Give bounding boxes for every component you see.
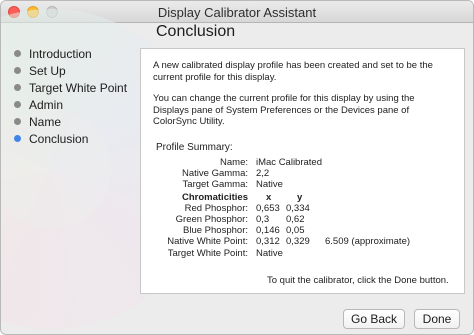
- native-white-point-label: Native White Point:: [167, 236, 248, 247]
- step-target-white-point: Target White Point: [14, 79, 127, 96]
- native-white-point-y: 0,329: [286, 236, 310, 247]
- green-phosphor-y: 0,62: [286, 214, 305, 225]
- step-name: Name: [14, 113, 127, 130]
- step-label: Admin: [29, 97, 64, 112]
- step-bullet-icon: [14, 101, 21, 108]
- step-label: Set Up: [29, 63, 66, 78]
- quit-instructions: To quit the calibrator, click the Done b…: [267, 275, 449, 286]
- native-gamma-value: 2,2: [256, 168, 270, 179]
- target-white-point-value: Native: [256, 248, 283, 259]
- step-bullet-icon: [14, 84, 21, 91]
- native-white-point-x: 0,312: [256, 236, 280, 247]
- profile-created-text: A new calibrated display profile has bee…: [153, 60, 433, 83]
- step-introduction: Introduction: [14, 45, 127, 62]
- step-label: Name: [29, 114, 62, 129]
- step-current-bullet-icon: [14, 135, 21, 142]
- step-label: Introduction: [29, 46, 92, 61]
- change-profile-text: You can change the current profile for t…: [153, 93, 415, 127]
- step-admin: Admin: [14, 96, 127, 113]
- name-label: Name:: [220, 157, 248, 168]
- native-gamma-label: Native Gamma:: [182, 168, 248, 179]
- target-gamma-label: Target Gamma:: [182, 179, 248, 190]
- step-list: Introduction Set Up Target White Point A…: [14, 45, 127, 147]
- step-set-up: Set Up: [14, 62, 127, 79]
- chromaticities-header: Chromaticities: [182, 192, 248, 203]
- step-bullet-icon: [14, 118, 21, 125]
- blue-phosphor-label: Blue Phosphor:: [183, 225, 248, 236]
- step-label: Conclusion: [29, 131, 89, 146]
- go-back-button[interactable]: Go Back: [343, 309, 405, 329]
- target-gamma-value: Native: [256, 179, 283, 190]
- page-heading: Conclusion: [156, 23, 236, 40]
- step-conclusion: Conclusion: [14, 130, 127, 147]
- blue-phosphor-y: 0,05: [286, 225, 305, 236]
- target-white-point-label: Target White Point:: [167, 248, 248, 259]
- step-bullet-icon: [14, 50, 21, 57]
- column-y-header: y: [297, 192, 303, 203]
- green-phosphor-x: 0,3: [256, 214, 270, 225]
- step-label: Target White Point: [29, 80, 128, 95]
- profile-summary-title: Profile Summary:: [156, 142, 233, 153]
- conclusion-panel: A new calibrated display profile has bee…: [140, 48, 465, 294]
- red-phosphor-label: Red Phosphor:: [184, 203, 248, 214]
- calibrator-window: Display Calibrator Assistant Introductio…: [0, 0, 474, 335]
- step-bullet-icon: [14, 67, 21, 74]
- red-phosphor-x: 0,653: [256, 203, 280, 214]
- name-value: iMac Calibrated: [256, 157, 322, 168]
- red-phosphor-y: 0,334: [286, 203, 310, 214]
- green-phosphor-label: Green Phosphor:: [175, 214, 248, 225]
- done-button[interactable]: Done: [414, 309, 460, 329]
- native-white-point-temperature: 6.509 (approximate): [325, 236, 411, 247]
- column-x-header: x: [266, 192, 272, 203]
- blue-phosphor-x: 0,146: [256, 225, 280, 236]
